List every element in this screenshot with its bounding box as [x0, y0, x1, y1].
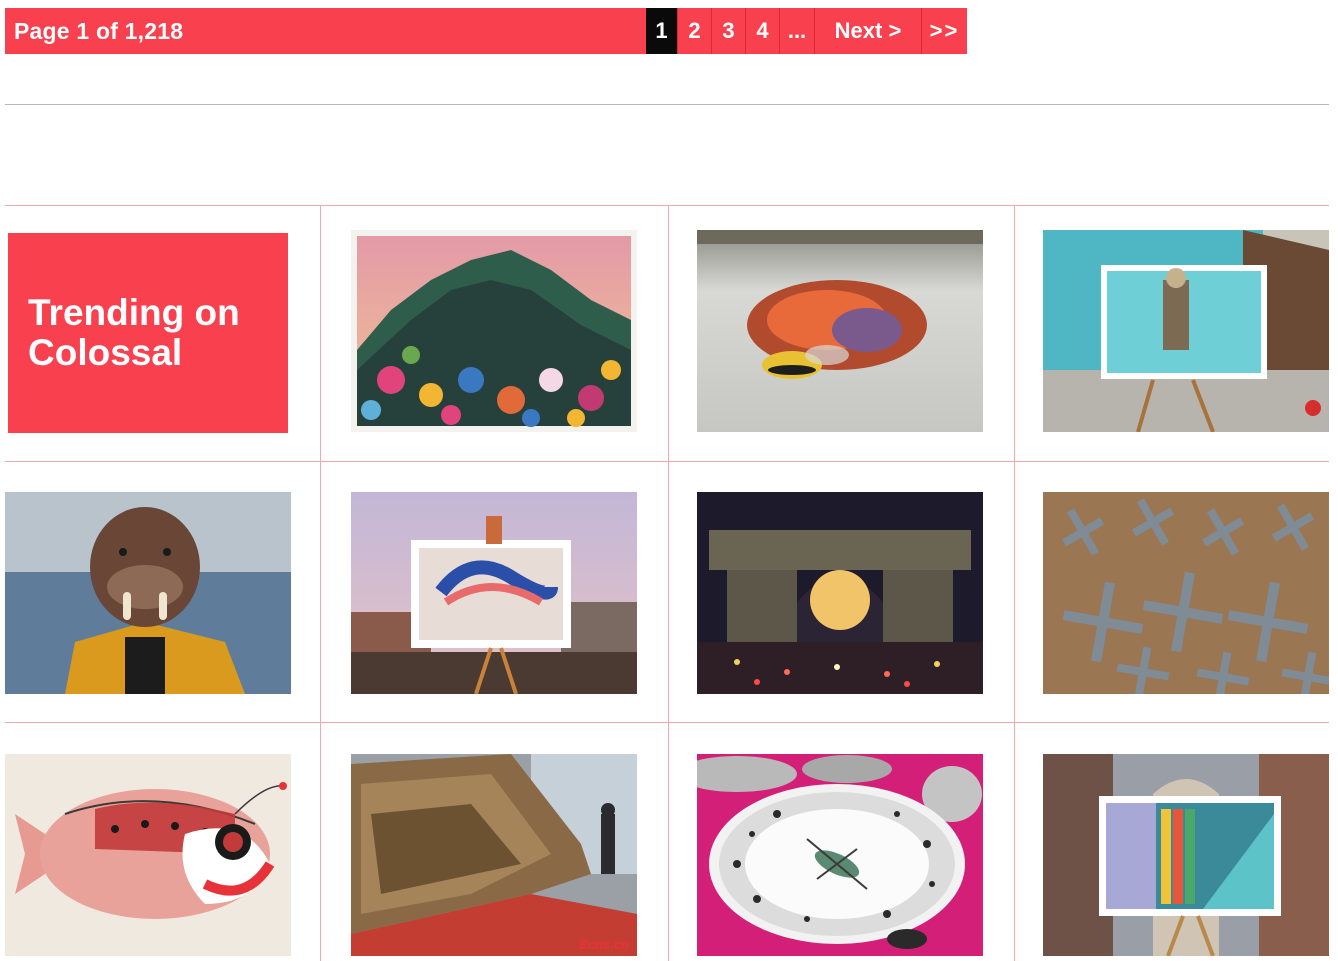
- thumb-framed-pool-scene[interactable]: [1043, 230, 1329, 432]
- pagination-bar: Page 1 of 1,218 1 2 3 4 ... Next > >>: [5, 8, 967, 54]
- page-ellipsis: ...: [779, 8, 814, 54]
- trending-heading-line2: Colossal: [28, 332, 183, 373]
- grid-divider-col: [668, 206, 669, 961]
- ecns-watermark: Ecns.cn: [579, 937, 629, 952]
- thumb-floral-mountain-painting[interactable]: [351, 230, 637, 432]
- page-link-current[interactable]: 1: [646, 8, 677, 54]
- divider: [5, 104, 1329, 105]
- page-link-3[interactable]: 3: [711, 8, 745, 54]
- thumb-anglerfish-illustration[interactable]: [5, 754, 291, 956]
- page-link-4[interactable]: 4: [745, 8, 779, 54]
- next-page-link[interactable]: Next >: [814, 8, 921, 54]
- trending-heading: Trending on Colossal: [28, 293, 240, 373]
- page-link-2[interactable]: 2: [677, 8, 711, 54]
- thumb-aircraft-boneyard-aerial[interactable]: [1043, 492, 1329, 694]
- grid-divider-col: [320, 206, 321, 961]
- thumb-beetle-ceramic-plate[interactable]: [697, 754, 983, 956]
- thumb-framed-mural-building[interactable]: [351, 492, 637, 694]
- thumb-framed-bookstore-tunnel[interactable]: [1043, 754, 1329, 956]
- page-links: 1 2 3 4 ... Next > >>: [646, 8, 967, 54]
- thumb-arc-de-triomphe-moon[interactable]: [697, 492, 983, 694]
- last-page-link[interactable]: >>: [921, 8, 967, 54]
- trending-heading-line1: Trending on: [28, 292, 240, 333]
- grid-divider-col: [1014, 206, 1015, 961]
- page-status: Page 1 of 1,218: [14, 17, 184, 44]
- grid-divider-row: [5, 461, 1329, 462]
- grid-divider-top: [5, 205, 1329, 206]
- grid-divider-row: [5, 722, 1329, 723]
- thumb-wasp-textile-sculpture[interactable]: [697, 230, 983, 432]
- thumb-walrus-head-figure[interactable]: [5, 492, 291, 694]
- trending-box[interactable]: Trending on Colossal: [8, 233, 288, 433]
- thumb-wood-carving-sculpture[interactable]: Ecns.cn: [351, 754, 637, 956]
